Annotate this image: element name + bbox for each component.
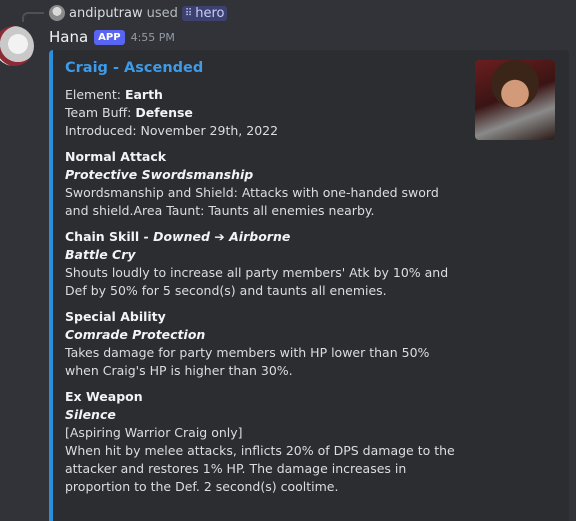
embed-fields: Normal Attack Protective Swordsmanship S… [65, 148, 465, 496]
field-name: Chain Skill - Downed ➔ Airborne [65, 228, 465, 246]
field-name: Normal Attack [65, 149, 167, 164]
buff-label: Team Buff: [65, 105, 136, 120]
hero-thumbnail[interactable] [475, 60, 555, 140]
embed-title[interactable]: Craig - Ascended [65, 60, 465, 76]
field-normal-attack: Normal Attack Protective Swordsmanship S… [65, 148, 465, 220]
reply-context[interactable]: andiputraw used ⠿ hero [49, 4, 228, 22]
element-value: Earth [124, 87, 163, 102]
field-chain-skill: Chain Skill - Downed ➔ Airborne Battle C… [65, 228, 465, 300]
skill-name: Comrade Protection [65, 327, 206, 342]
command-name: hero [195, 5, 225, 21]
introduced-line: Introduced: November 29th, 2022 [65, 123, 279, 138]
embed-card: Craig - Ascended Element: Earth Team Buf… [49, 50, 569, 521]
skill-note: [Aspiring Warrior Craig only] [65, 425, 243, 440]
skill-description: Takes damage for party members with HP l… [65, 345, 430, 378]
message-header: Hana APP 4:55 PM [49, 26, 175, 48]
field-special-ability: Special Ability Comrade Protection Takes… [65, 308, 465, 380]
reply-username[interactable]: andiputraw [69, 6, 143, 21]
skill-name: Silence [65, 407, 116, 422]
buff-line: Team Buff: Defense [65, 104, 465, 122]
field-name: Special Ability [65, 309, 166, 324]
skill-name: Battle Cry [65, 247, 136, 262]
replier-avatar[interactable] [49, 5, 65, 21]
buff-value: Defense [135, 105, 193, 120]
skill-description: When hit by melee attacks, inflicts 20% … [65, 443, 455, 494]
field-name-suffix: - Downed ➔ Airborne [143, 229, 291, 244]
slash-command-chip[interactable]: ⠿ hero [181, 5, 228, 21]
author-avatar[interactable] [0, 26, 34, 66]
skill-description: Swordsmanship and Shield: Attacks with o… [65, 185, 439, 218]
command-icon: ⠿ [184, 7, 193, 19]
field-name-text: Chain Skill [65, 229, 144, 244]
app-badge: APP [94, 29, 125, 45]
field-ex-weapon: Ex Weapon Silence [Aspiring Warrior Crai… [65, 388, 465, 496]
skill-description: Shouts loudly to increase all party memb… [65, 265, 449, 298]
chat-message: andiputraw used ⠿ hero Hana APP 4:55 PM … [0, 0, 576, 521]
reply-verb: used [146, 5, 178, 21]
field-name: Ex Weapon [65, 389, 143, 404]
element-label: Element: [65, 87, 125, 102]
reply-spine [22, 12, 44, 22]
element-line: Element: Earth [65, 86, 465, 104]
message-timestamp[interactable]: 4:55 PM [131, 31, 175, 44]
author-name[interactable]: Hana [49, 28, 88, 46]
skill-name: Protective Swordsmanship [65, 167, 254, 182]
